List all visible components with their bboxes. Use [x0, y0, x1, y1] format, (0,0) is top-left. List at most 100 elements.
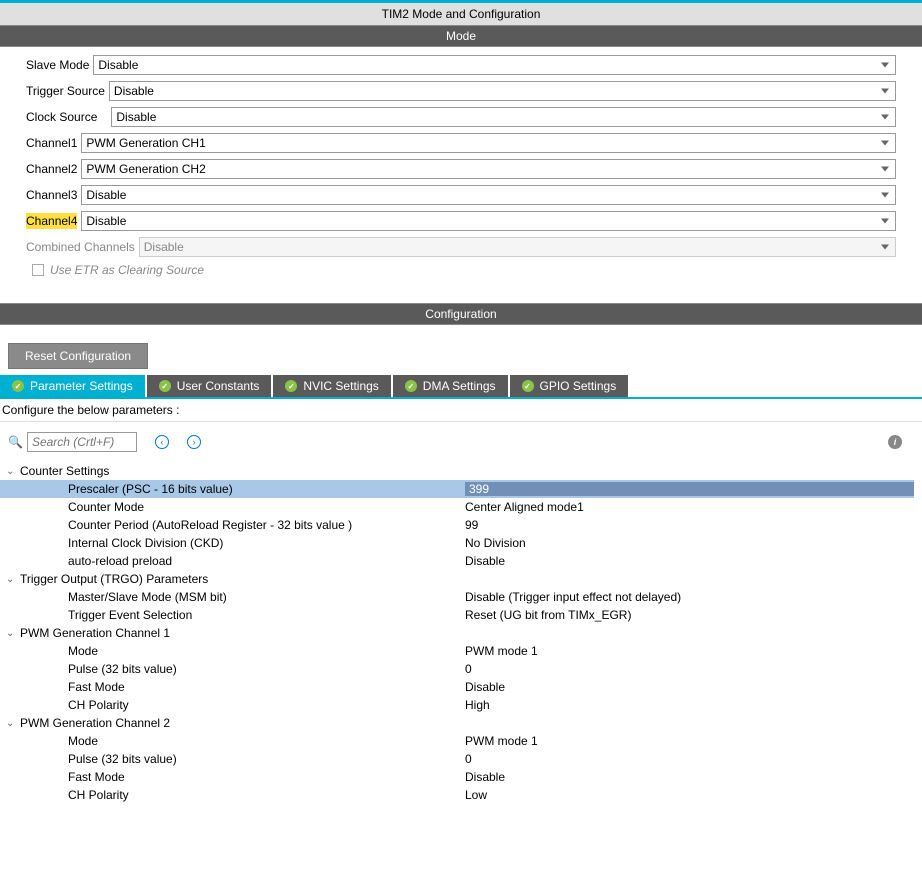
prev-icon[interactable]: ‹ — [155, 435, 169, 449]
param-name: CH Polarity — [0, 698, 465, 712]
param-row[interactable]: CH PolarityHigh — [0, 696, 914, 714]
param-name: Mode — [0, 644, 465, 658]
config-header: Configuration — [0, 303, 922, 325]
group-title: PWM Generation Channel 1 — [20, 626, 170, 640]
group-title: Trigger Output (TRGO) Parameters — [20, 572, 208, 586]
trigger-source-label: Trigger Source — [26, 84, 105, 98]
param-value[interactable]: No Division — [465, 536, 914, 550]
param-value[interactable]: High — [465, 698, 914, 712]
etr-checkbox — [32, 264, 44, 276]
param-name: Counter Mode — [0, 500, 465, 514]
param-value[interactable]: Center Aligned mode1 — [465, 500, 914, 514]
param-value[interactable]: Disable — [465, 554, 914, 568]
tab-label: NVIC Settings — [303, 379, 378, 393]
chevron-down-icon: ⌄ — [6, 628, 16, 639]
param-value[interactable]: Disable — [465, 680, 914, 694]
param-name: Master/Slave Mode (MSM bit) — [0, 590, 465, 604]
group-title: Counter Settings — [20, 464, 109, 478]
search-icon: 🔍 — [8, 435, 23, 449]
reset-configuration-button[interactable]: Reset Configuration — [8, 343, 148, 369]
param-name: Fast Mode — [0, 680, 465, 694]
param-name: Mode — [0, 734, 465, 748]
tab-gpio-settings[interactable]: GPIO Settings — [510, 375, 629, 397]
trigger-source-select[interactable]: Disable — [109, 81, 896, 101]
param-name: Internal Clock Division (CKD) — [0, 536, 465, 550]
chevron-down-icon: ⌄ — [6, 718, 16, 729]
param-name: Prescaler (PSC - 16 bits value) — [0, 482, 465, 496]
channel1-label: Channel1 — [26, 136, 77, 150]
param-row[interactable]: Prescaler (PSC - 16 bits value)399 — [0, 480, 914, 498]
param-name: Trigger Event Selection — [0, 608, 465, 622]
param-group[interactable]: ⌄ Counter Settings — [0, 462, 914, 480]
channel2-label: Channel2 — [26, 162, 77, 176]
param-value[interactable]: Low — [465, 788, 914, 802]
clock-source-select[interactable]: Disable — [111, 107, 896, 127]
param-row[interactable]: Pulse (32 bits value)0 — [0, 660, 914, 678]
channel2-select[interactable]: PWM Generation CH2 — [81, 159, 896, 179]
param-row[interactable]: Counter ModeCenter Aligned mode1 — [0, 498, 914, 516]
param-value[interactable]: Disable — [465, 770, 914, 784]
param-name: auto-reload preload — [0, 554, 465, 568]
tab-dma-settings[interactable]: DMA Settings — [393, 375, 508, 397]
param-row[interactable]: ModePWM mode 1 — [0, 642, 914, 660]
combined-channels-select: Disable — [139, 237, 896, 257]
etr-check-label: Use ETR as Clearing Source — [50, 263, 204, 277]
mode-header: Mode — [0, 25, 922, 47]
group-title: PWM Generation Channel 2 — [20, 716, 170, 730]
channel1-select[interactable]: PWM Generation CH1 — [81, 133, 896, 153]
param-name: Fast Mode — [0, 770, 465, 784]
next-icon[interactable]: › — [187, 435, 201, 449]
info-icon[interactable]: i — [888, 435, 902, 449]
param-value[interactable]: 0 — [465, 662, 914, 676]
param-value[interactable]: 99 — [465, 518, 914, 532]
search-input[interactable] — [27, 432, 137, 452]
check-icon — [522, 380, 534, 392]
slave-mode-select[interactable]: Disable — [93, 55, 896, 75]
param-row[interactable]: Fast ModeDisable — [0, 768, 914, 786]
tab-label: User Constants — [177, 379, 260, 393]
param-row[interactable]: auto-reload preloadDisable — [0, 552, 914, 570]
tab-label: DMA Settings — [423, 379, 496, 393]
param-value[interactable]: 399 — [465, 482, 914, 496]
param-name: CH Polarity — [0, 788, 465, 802]
param-name: Pulse (32 bits value) — [0, 752, 465, 766]
param-row[interactable]: Internal Clock Division (CKD)No Division — [0, 534, 914, 552]
param-value[interactable]: PWM mode 1 — [465, 644, 914, 658]
configure-subtext: Configure the below parameters : — [0, 399, 922, 422]
param-group[interactable]: ⌄ PWM Generation Channel 2 — [0, 714, 914, 732]
chevron-down-icon: ⌄ — [6, 574, 16, 585]
check-icon — [12, 380, 24, 392]
tab-user-constants[interactable]: User Constants — [147, 375, 272, 397]
tab-nvic-settings[interactable]: NVIC Settings — [273, 375, 390, 397]
channel3-select[interactable]: Disable — [81, 185, 896, 205]
param-value[interactable]: Disable (Trigger input effect not delaye… — [465, 590, 914, 604]
tab-label: Parameter Settings — [30, 379, 133, 393]
param-group[interactable]: ⌄ Trigger Output (TRGO) Parameters — [0, 570, 914, 588]
channel4-select[interactable]: Disable — [81, 211, 896, 231]
check-icon — [405, 380, 417, 392]
mode-panel: Slave Mode Disable Trigger Source Disabl… — [0, 47, 922, 303]
param-row[interactable]: CH PolarityLow — [0, 786, 914, 804]
window-title: TIM2 Mode and Configuration — [0, 0, 922, 25]
combined-channels-label: Combined Channels — [26, 240, 135, 254]
param-row[interactable]: ModePWM mode 1 — [0, 732, 914, 750]
param-value[interactable]: 0 — [465, 752, 914, 766]
clock-source-label: Clock Source — [26, 110, 97, 124]
param-row[interactable]: Master/Slave Mode (MSM bit)Disable (Trig… — [0, 588, 914, 606]
check-icon — [159, 380, 171, 392]
param-group[interactable]: ⌄ PWM Generation Channel 1 — [0, 624, 914, 642]
param-row[interactable]: Counter Period (AutoReload Register - 32… — [0, 516, 914, 534]
param-value[interactable]: PWM mode 1 — [465, 734, 914, 748]
param-value[interactable]: Reset (UG bit from TIMx_EGR) — [465, 608, 914, 622]
channel4-label: Channel4 — [26, 213, 77, 229]
tab-parameter-settings[interactable]: Parameter Settings — [0, 375, 145, 397]
param-row[interactable]: Trigger Event SelectionReset (UG bit fro… — [0, 606, 914, 624]
param-name: Counter Period (AutoReload Register - 32… — [0, 518, 465, 532]
param-name: Pulse (32 bits value) — [0, 662, 465, 676]
config-tabs: Parameter Settings User Constants NVIC S… — [0, 375, 922, 399]
param-row[interactable]: Fast ModeDisable — [0, 678, 914, 696]
slave-mode-label: Slave Mode — [26, 58, 89, 72]
channel3-label: Channel3 — [26, 188, 77, 202]
param-row[interactable]: Pulse (32 bits value)0 — [0, 750, 914, 768]
chevron-down-icon: ⌄ — [6, 466, 16, 477]
